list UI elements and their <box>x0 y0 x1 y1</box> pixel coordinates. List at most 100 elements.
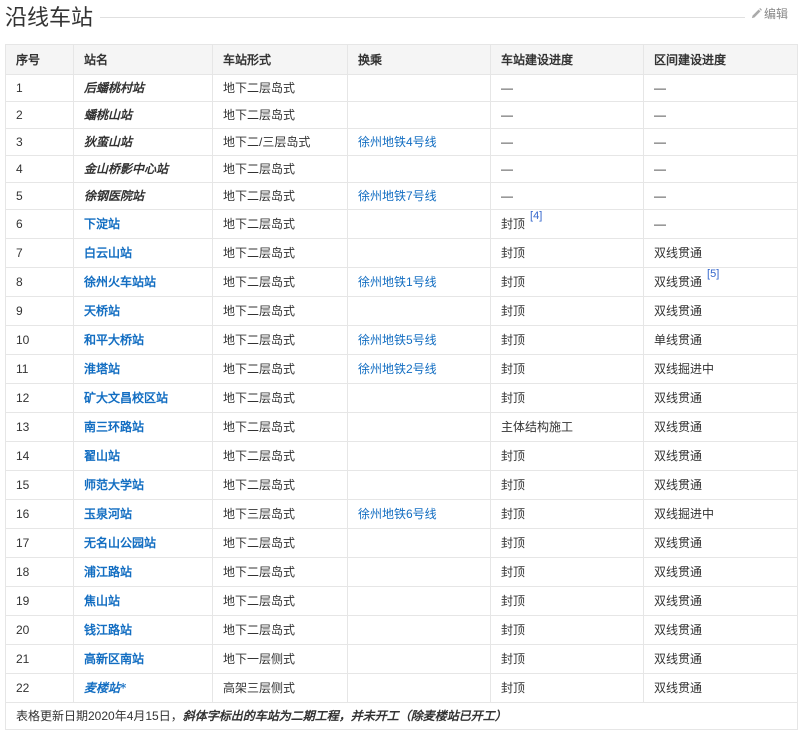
station-progress: 封顶 <box>501 217 526 231</box>
station-name-cell: 狄蛮山站 <box>73 128 213 156</box>
station-link[interactable]: 淮塔站 <box>84 362 120 376</box>
station-progress: — <box>490 101 644 129</box>
station-name-cell: 玉泉河站 <box>73 499 213 529</box>
station-progress: 封顶 <box>490 383 644 413</box>
table-row: 12 矿大文昌校区站 地下二层岛式 封顶 双线贯通 <box>5 383 798 413</box>
station-name: 金山桥影中心站 <box>84 162 169 176</box>
table-row: 19 焦山站 地下二层岛式 封顶 双线贯通 <box>5 586 798 616</box>
station-link[interactable]: 师范大学站 <box>84 478 144 492</box>
footnote-date: 表格更新日期2020年4月15日， <box>16 709 183 723</box>
station-form: 地下三层岛式 <box>212 499 348 529</box>
station-link[interactable]: 无名山公园站 <box>84 536 156 550</box>
station-name: 蟠桃山站 <box>84 108 133 122</box>
station-progress: 封顶 <box>490 470 644 500</box>
section-progress: 双线贯通 <box>643 296 798 326</box>
table-row: 5 徐钢医院站 地下二层岛式 徐州地铁7号线 — — <box>5 182 798 210</box>
transfer-cell <box>347 155 491 183</box>
station-link[interactable]: 天桥站 <box>84 304 120 318</box>
transfer-cell <box>347 383 491 413</box>
table-row: 14 翟山站 地下二层岛式 封顶 双线贯通 <box>5 441 798 471</box>
station-form: 地下二层岛式 <box>212 238 348 268</box>
station-name-cell: 白云山站 <box>73 238 213 268</box>
row-number: 2 <box>5 101 74 129</box>
transfer-cell <box>347 412 491 442</box>
section-progress: 双线掘进中 <box>643 354 798 384</box>
table-row: 8 徐州火车站站 地下二层岛式 徐州地铁1号线 封顶 双线贯通 [5] <box>5 267 798 297</box>
transfer-cell: 徐州地铁7号线 <box>347 182 491 210</box>
transfer-cell: 徐州地铁1号线 <box>347 267 491 297</box>
section-progress: — <box>643 182 798 210</box>
citation-link[interactable]: [4] <box>530 211 542 223</box>
table-row: 11 淮塔站 地下二层岛式 徐州地铁2号线 封顶 双线掘进中 <box>5 354 798 384</box>
section-progress: 双线贯通 <box>643 470 798 500</box>
section-progress: — <box>643 128 798 156</box>
row-number: 12 <box>5 383 74 413</box>
station-form: 地下二层岛式 <box>212 354 348 384</box>
edit-link[interactable]: 编辑 <box>751 6 788 22</box>
station-link[interactable]: 翟山站 <box>84 449 120 463</box>
transfer-cell <box>347 209 491 239</box>
station-link[interactable]: 焦山站 <box>84 594 120 608</box>
transfer-line-link[interactable]: 徐州地铁1号线 <box>358 275 437 289</box>
citation-link[interactable]: [5] <box>707 269 719 281</box>
station-form: 地下二层岛式 <box>212 267 348 297</box>
transfer-line-link[interactable]: 徐州地铁2号线 <box>358 362 437 376</box>
section-progress: 双线贯通 <box>643 644 798 674</box>
station-link[interactable]: 白云山站 <box>84 246 132 260</box>
station-progress: 封顶 <box>490 528 644 558</box>
station-progress: 封顶 <box>490 557 644 587</box>
transfer-line-link[interactable]: 徐州地铁6号线 <box>358 507 437 521</box>
transfer-cell <box>347 615 491 645</box>
station-form: 地下二层岛式 <box>212 412 348 442</box>
station-name-cell: 高新区南站 <box>73 644 213 674</box>
transfer-cell <box>347 586 491 616</box>
section-progress: 双线贯通 <box>643 412 798 442</box>
table-row: 4 金山桥影中心站 地下二层岛式 — — <box>5 155 798 183</box>
station-form: 地下二层岛式 <box>212 325 348 355</box>
row-number: 16 <box>5 499 74 529</box>
station-link[interactable]: 徐州火车站站 <box>84 275 156 289</box>
station-form: 地下二层岛式 <box>212 155 348 183</box>
station-name-cell: 下淀站 <box>73 209 213 239</box>
section-progress: 双线贯通 <box>643 383 798 413</box>
table-row: 10 和平大桥站 地下二层岛式 徐州地铁5号线 封顶 单线贯通 <box>5 325 798 355</box>
station-name-cell: 徐钢医院站 <box>73 182 213 210</box>
station-progress: 封顶 <box>490 296 644 326</box>
station-link[interactable]: 麦楼站* <box>84 681 126 695</box>
edit-label: 编辑 <box>764 7 789 21</box>
station-name: 狄蛮山站 <box>84 135 133 149</box>
transfer-line-link[interactable]: 徐州地铁5号线 <box>358 333 437 347</box>
station-link[interactable]: 钱江路站 <box>84 623 132 637</box>
transfer-line-link[interactable]: 徐州地铁4号线 <box>358 135 437 149</box>
section-progress: 双线贯通 <box>643 673 798 703</box>
row-number: 7 <box>5 238 74 268</box>
station-link[interactable]: 矿大文昌校区站 <box>84 391 168 405</box>
station-form: 地下二层岛式 <box>212 615 348 645</box>
section-progress: 双线贯通 <box>643 238 798 268</box>
section-progress: 双线贯通 <box>643 441 798 471</box>
station-progress: 封顶 <box>490 238 644 268</box>
transfer-line-link[interactable]: 徐州地铁7号线 <box>358 189 437 203</box>
header-station-progress: 车站建设进度 <box>490 44 644 75</box>
station-link[interactable]: 高新区南站 <box>84 652 144 666</box>
row-number: 5 <box>5 182 74 210</box>
section-title: 沿线车站 <box>5 5 94 30</box>
section-progress: 双线贯通 <box>643 615 798 645</box>
station-link[interactable]: 玉泉河站 <box>84 507 132 521</box>
transfer-cell <box>347 296 491 326</box>
section-progress: 双线贯通 <box>643 528 798 558</box>
section-heading: 沿线车站 <box>5 4 800 32</box>
stations-table: 序号 站名 车站形式 换乘 车站建设进度 区间建设进度 1 后蟠桃村站 地下二层… <box>5 44 798 730</box>
station-name-cell: 和平大桥站 <box>73 325 213 355</box>
station-link[interactable]: 下淀站 <box>84 217 120 231</box>
transfer-cell: 徐州地铁2号线 <box>347 354 491 384</box>
row-number: 4 <box>5 155 74 183</box>
row-number: 11 <box>5 354 74 384</box>
station-progress: 封顶 <box>490 586 644 616</box>
station-link[interactable]: 浦江路站 <box>84 565 132 579</box>
transfer-cell: 徐州地铁4号线 <box>347 128 491 156</box>
station-link[interactable]: 和平大桥站 <box>84 333 144 347</box>
station-link[interactable]: 南三环路站 <box>84 420 144 434</box>
transfer-cell <box>347 470 491 500</box>
station-progress: — <box>490 155 644 183</box>
